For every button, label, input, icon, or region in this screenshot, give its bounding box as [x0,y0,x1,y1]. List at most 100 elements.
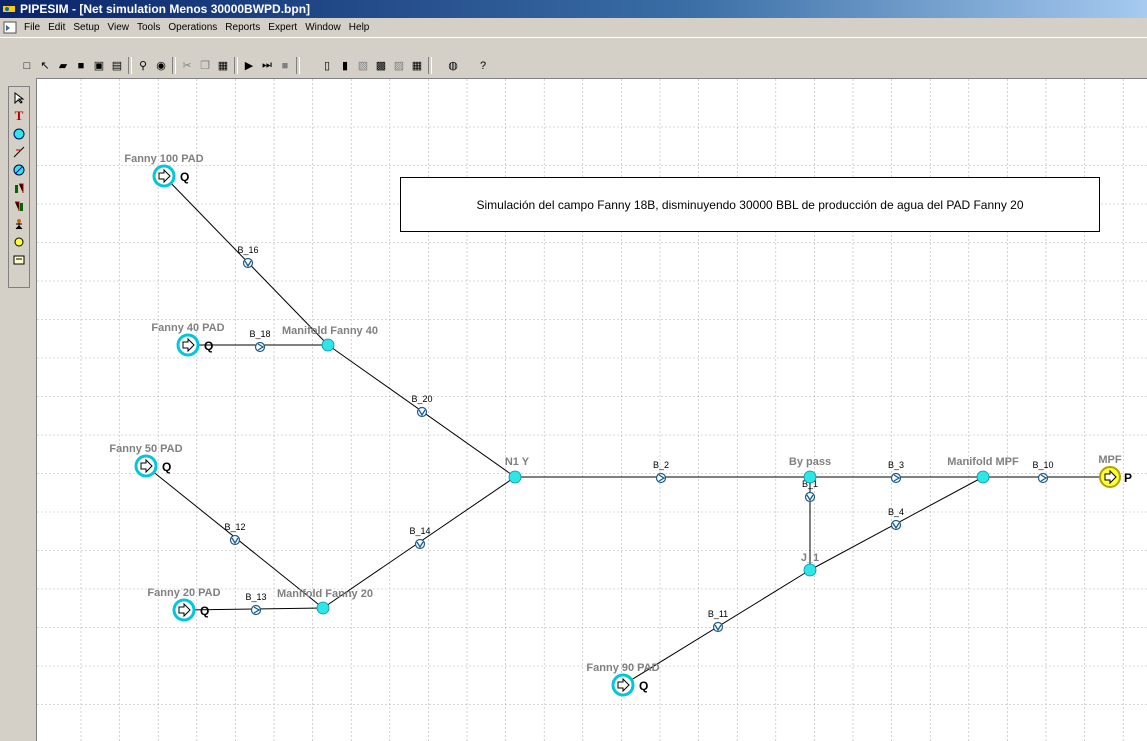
junction-label: Manifold Fanny 20 [277,588,373,600]
branch-b-4[interactable] [890,519,902,531]
branch-b-11[interactable] [712,621,724,633]
pointer-icon[interactable] [10,89,28,106]
object-palette: T [8,86,30,288]
report-icon[interactable]: ▯ [318,57,336,74]
wand-icon[interactable]: ↖ [36,57,54,74]
source-fanny-40-pad[interactable] [176,333,200,357]
branch-b-13[interactable] [250,604,262,616]
junction-n1-y[interactable] [508,470,522,484]
junction-manifold-fanny-20[interactable] [316,601,330,615]
branch-label: B_3 [888,460,904,470]
junction-label: By pass [789,456,831,468]
source-fanny-20-pad[interactable] [172,598,196,622]
branch-label: B_4 [888,507,904,517]
branch-b-2[interactable] [655,472,667,484]
branch-label: B_20 [411,394,432,404]
print-icon[interactable]: ▤ [108,57,126,74]
title-bar: PIPESIM - [Net simulation Menos 30000BWP… [0,0,1147,18]
branch-b-10[interactable] [1037,472,1049,484]
source-type-tag: Q [180,170,189,184]
toolbar-separator [234,57,238,74]
annotation-tool-icon[interactable] [10,251,28,268]
system-plot-icon[interactable]: ▧ [354,57,372,74]
menu-reports[interactable]: Reports [221,22,264,33]
help-icon[interactable]: ? [474,57,492,74]
person-tool-icon[interactable] [10,215,28,232]
document-icon[interactable] [3,21,17,34]
branch-b-16[interactable] [242,257,254,269]
annotation-text: Simulación del campo Fanny 18B, disminuy… [476,197,1024,212]
sink-label: MPF [1098,454,1122,466]
sink-mpf[interactable] [1099,466,1121,488]
zoom-icon[interactable]: ◉ [152,57,170,74]
profile-plot-icon[interactable]: ▩ [372,57,390,74]
branch-b-20[interactable] [416,406,428,418]
menu-setup[interactable]: Setup [69,22,103,33]
menu-help[interactable]: Help [345,22,374,33]
menu-window[interactable]: Window [301,22,345,33]
branch-tool-icon[interactable] [10,143,28,160]
junction-by-pass[interactable] [803,470,817,484]
toolbar: □ ↖ ▰ ■ ▣ ▤ ⚲ ◉ ✂ ❐ ▦ ▶ ⏭ ■ ▯ ▮ ▧ ▩ ▨ ▦ … [0,38,1147,79]
injection-well-tool-icon[interactable] [10,197,28,214]
source-tool-icon[interactable] [10,161,28,178]
source-label: Fanny 90 PAD [586,662,659,674]
copy-icon[interactable]: ❐ [196,57,214,74]
new-file-icon[interactable]: □ [18,57,36,74]
run-step-icon[interactable]: ⏭ [258,57,276,74]
menu-tools[interactable]: Tools [133,22,164,33]
source-fanny-50-pad[interactable] [134,454,158,478]
junction-manifold-mpf[interactable] [976,470,990,484]
output-icon[interactable]: ▮ [336,57,354,74]
save-as-icon[interactable]: ▣ [90,57,108,74]
branch-label: B_14 [409,526,430,536]
branch-b-18[interactable] [254,341,266,353]
annotation-textbox[interactable]: Simulación del campo Fanny 18B, disminuy… [400,177,1100,232]
branch-label: B_13 [245,592,266,602]
toolbar-separator [428,57,432,74]
branch-b-1[interactable] [804,491,816,503]
source-fanny-100-pad[interactable] [152,164,176,188]
junction-label: Manifold Fanny 40 [282,325,378,337]
junction-j-1[interactable] [803,563,817,577]
stop-icon[interactable]: ■ [276,57,294,74]
junction-manifold-fanny-40[interactable] [321,338,335,352]
menu-file[interactable]: File [20,22,44,33]
open-folder-icon[interactable]: ▰ [54,57,72,74]
source-label: Fanny 100 PAD [124,153,203,165]
run-icon[interactable]: ▶ [240,57,258,74]
menu-bar: File Edit Setup View Tools Operations Reports E… [0,18,1147,38]
branch-b-14[interactable] [414,538,426,550]
network-nodes: B_16B_18B_20B_12B_13B_14B_2 B_3 B_10B_1B_4… [109,153,1132,697]
window-title: PIPESIM - [Net simulation Menos 30000BWP… [20,2,311,16]
text-tool-icon[interactable]: T [10,107,28,124]
menu-expert[interactable]: Expert [264,22,301,33]
web-icon[interactable]: ◍ [444,57,462,74]
menu-edit[interactable]: Edit [44,22,69,33]
junction-label: N1 Y [505,456,530,468]
junction-label: J_1 [801,552,819,564]
source-label: Fanny 50 PAD [109,443,182,455]
source-type-tag: Q [204,339,213,353]
source-label: Fanny 20 PAD [147,587,220,599]
branch-label: B_10 [1032,460,1053,470]
branch-b-3[interactable] [890,472,902,484]
source-fanny-90-pad[interactable] [611,673,635,697]
well-tool-icon[interactable] [10,179,28,196]
menu-view[interactable]: View [104,22,134,33]
toolbar-separator [296,57,300,74]
source-type-tag: Q [639,679,648,693]
table-icon[interactable]: ▦ [408,57,426,74]
sink-tool-icon[interactable] [10,233,28,250]
cut-icon[interactable]: ✂ [178,57,196,74]
pipeline-connections [145,175,1110,686]
branch-label: B_18 [249,329,270,339]
branch-b-12[interactable] [229,534,241,546]
node-tool-icon[interactable] [10,125,28,142]
chart-icon[interactable]: ▨ [390,57,408,74]
pipesim-app-icon [3,6,15,12]
find-icon[interactable]: ⚲ [134,57,152,74]
menu-operations[interactable]: Operations [164,22,221,33]
paste-icon[interactable]: ▦ [214,57,232,74]
save-icon[interactable]: ■ [72,57,90,74]
